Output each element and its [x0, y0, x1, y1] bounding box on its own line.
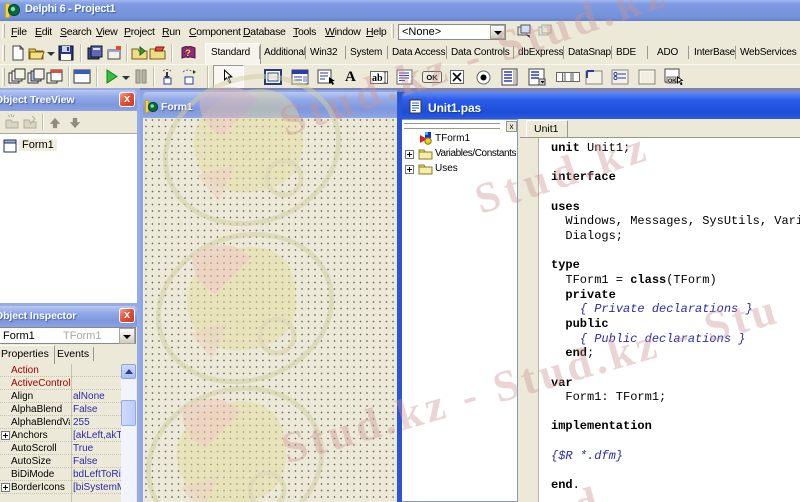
- svg-text:ab: ab: [372, 73, 383, 84]
- svg-text:OK: OK: [668, 79, 676, 85]
- svg-text:OK: OK: [426, 73, 438, 82]
- svg-text:?: ?: [185, 48, 191, 58]
